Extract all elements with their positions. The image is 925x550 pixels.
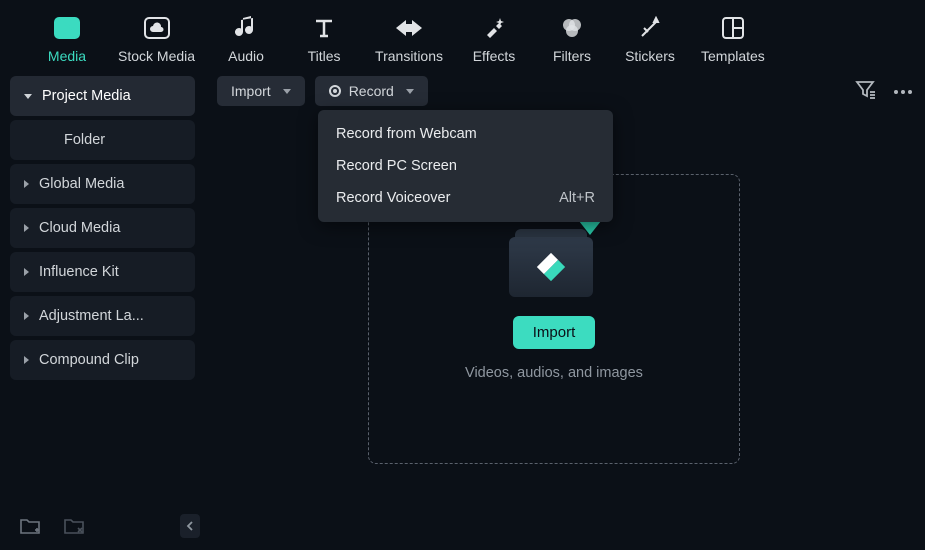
sidebar-item-influence-kit[interactable]: Influence Kit [10, 252, 195, 292]
transitions-icon [395, 14, 423, 42]
sidebar-item-cloud-media[interactable]: Cloud Media [10, 208, 195, 248]
collapse-sidebar-button[interactable] [180, 514, 200, 538]
cloud-icon [143, 14, 171, 42]
chevron-right-icon [24, 356, 29, 364]
nav-label: Filters [553, 48, 591, 64]
main-panel: Import Record Record from Webcam [205, 68, 925, 538]
chevron-right-icon [24, 312, 29, 320]
nav-label: Effects [473, 48, 516, 64]
delete-folder-icon[interactable] [64, 517, 84, 540]
chevron-right-icon [24, 224, 29, 232]
nav-label: Templates [701, 48, 765, 64]
sidebar-item-label: Global Media [39, 176, 124, 192]
sidebar-item-folder[interactable]: Folder [10, 120, 195, 160]
import-button[interactable]: Import [513, 316, 596, 349]
nav-label: Media [48, 48, 86, 64]
chevron-down-icon [283, 89, 291, 94]
nav-templates[interactable]: Templates [701, 14, 765, 64]
sidebar-item-label: Folder [64, 132, 105, 148]
sidebar-item-label: Project Media [42, 88, 131, 104]
menu-item-label: Record PC Screen [336, 158, 457, 174]
nav-label: Stickers [625, 48, 675, 64]
audio-icon [232, 14, 260, 42]
button-label: Import [533, 324, 576, 341]
menu-record-webcam[interactable]: Record from Webcam [318, 118, 613, 150]
sidebar-item-label: Adjustment La... [39, 308, 144, 324]
record-dropdown-button[interactable]: Record [315, 76, 428, 106]
button-label: Record [349, 83, 394, 99]
filters-icon [558, 14, 586, 42]
top-nav: Media Stock Media Audio Titles Transitio… [0, 0, 925, 64]
nav-titles[interactable]: Titles [297, 14, 351, 64]
nav-label: Transitions [375, 48, 443, 64]
chevron-down-icon [406, 89, 414, 94]
templates-icon [719, 14, 747, 42]
sidebar-bottom-actions [20, 517, 84, 540]
chevron-down-icon [24, 94, 32, 99]
menu-item-label: Record Voiceover [336, 190, 450, 206]
nav-audio[interactable]: Audio [219, 14, 273, 64]
record-menu: Record from Webcam Record PC Screen Reco… [318, 110, 613, 222]
sidebar-item-label: Cloud Media [39, 220, 120, 236]
chevron-right-icon [24, 180, 29, 188]
media-icon [53, 14, 81, 42]
sidebar-item-label: Influence Kit [39, 264, 119, 280]
sidebar-item-label: Compound Clip [39, 352, 139, 368]
nav-label: Titles [308, 48, 341, 64]
sidebar-item-compound-clip[interactable]: Compound Clip [10, 340, 195, 380]
nav-label: Audio [228, 48, 264, 64]
nav-stock-media[interactable]: Stock Media [118, 14, 195, 64]
menu-record-voiceover[interactable]: Record Voiceover Alt+R [318, 182, 613, 214]
sidebar-item-adjustment-layer[interactable]: Adjustment La... [10, 296, 195, 336]
import-dropdown-button[interactable]: Import [217, 76, 305, 106]
more-icon[interactable] [893, 82, 913, 100]
dropzone-hint: Videos, audios, and images [465, 365, 643, 381]
folder-icon [509, 223, 599, 298]
new-folder-icon[interactable] [20, 517, 40, 540]
stickers-icon [636, 14, 664, 42]
sidebar: Project Media Folder Global Media Cloud … [0, 68, 205, 538]
nav-transitions[interactable]: Transitions [375, 14, 443, 64]
menu-item-label: Record from Webcam [336, 126, 477, 142]
chevron-right-icon [24, 268, 29, 276]
nav-label: Stock Media [118, 48, 195, 64]
effects-icon [480, 14, 508, 42]
main-toolbar: Import Record [217, 76, 913, 106]
menu-record-screen[interactable]: Record PC Screen [318, 150, 613, 182]
titles-icon [310, 14, 338, 42]
nav-effects[interactable]: Effects [467, 14, 521, 64]
nav-filters[interactable]: Filters [545, 14, 599, 64]
sidebar-item-global-media[interactable]: Global Media [10, 164, 195, 204]
sidebar-item-project-media[interactable]: Project Media [10, 76, 195, 116]
nav-media[interactable]: Media [40, 14, 94, 64]
filter-icon[interactable] [855, 79, 875, 104]
menu-item-shortcut: Alt+R [559, 190, 595, 206]
button-label: Import [231, 83, 271, 99]
record-icon [329, 85, 341, 97]
nav-stickers[interactable]: Stickers [623, 14, 677, 64]
